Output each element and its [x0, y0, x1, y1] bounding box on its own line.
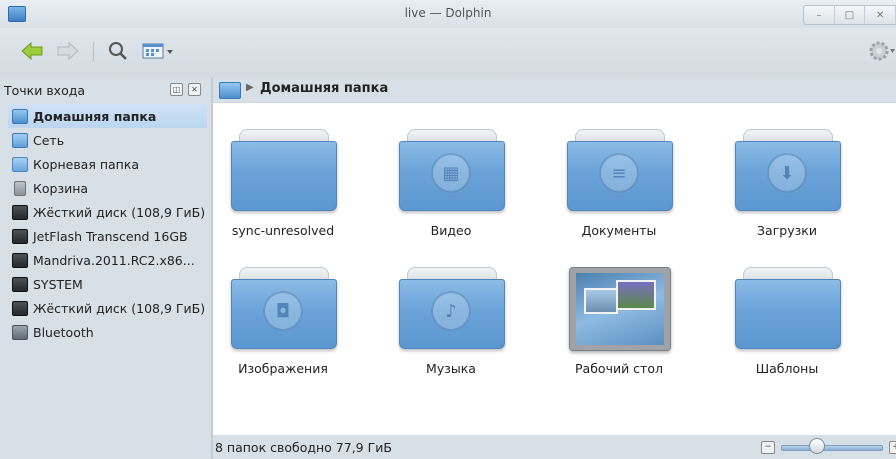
back-button[interactable] — [18, 38, 46, 64]
search-icon — [109, 42, 127, 60]
place-label: SYSTEM — [33, 276, 83, 292]
place-label: JetFlash Transcend 16GB — [33, 228, 188, 244]
search-button[interactable] — [104, 38, 132, 64]
places-list: Домашняя папка Сеть Корневая папка Корзи… — [8, 104, 207, 344]
home-folder-icon[interactable] — [219, 82, 241, 99]
file-item-templates[interactable]: Шаблоны — [717, 267, 857, 376]
main-toolbar — [0, 28, 896, 78]
zoom-in-icon[interactable]: + — [889, 441, 896, 454]
file-item-documents[interactable]: ≡ Документы — [549, 129, 689, 238]
status-bar: 8 папок свободно 77,9 ГиБ − + — [213, 435, 896, 459]
breadcrumb-arrow-icon[interactable]: ▶ — [246, 82, 254, 93]
places-panel-header: Точки входа ◫ ✕ — [0, 78, 211, 102]
place-item-jetflash[interactable]: JetFlash Transcend 16GB — [8, 224, 207, 248]
file-name: Музыка — [426, 361, 476, 376]
place-item-system[interactable]: SYSTEM — [8, 272, 207, 296]
place-item-network[interactable]: Сеть — [8, 128, 207, 152]
place-label: Жёсткий диск (108,9 ГиБ) — [33, 204, 206, 220]
view-mode-icon — [142, 43, 173, 59]
settings-button[interactable] — [866, 38, 896, 64]
usb-drive-icon — [12, 228, 28, 244]
file-name: sync-unresolved — [231, 223, 335, 238]
file-item-video[interactable]: ▦ Видео — [381, 129, 521, 238]
place-label: Домашняя папка — [33, 108, 157, 124]
file-name: Изображения — [238, 361, 328, 376]
maximize-button[interactable]: □ — [835, 6, 866, 24]
view-mode-button[interactable] — [140, 38, 176, 64]
minimize-button[interactable]: – — [804, 6, 835, 24]
folder-icon — [735, 267, 841, 349]
window-controls: – □ ✕ — [803, 5, 896, 25]
file-name: Загрузки — [757, 223, 817, 238]
window-title: live — Dolphin — [404, 6, 492, 20]
file-item-pictures[interactable]: ◘ Изображения — [213, 267, 353, 376]
file-view[interactable]: sync-unresolved ▦ Видео ≡ Документы ⬇ За… — [213, 103, 896, 435]
breadcrumb: ▶ Домашняя папка — [213, 78, 896, 102]
hard-disk-icon — [12, 252, 28, 268]
usb-drive-icon — [12, 276, 28, 292]
gear-icon — [869, 41, 895, 61]
folder-pictures-icon: ◘ — [231, 267, 337, 349]
file-item-downloads[interactable]: ⬇ Загрузки — [717, 129, 857, 238]
title-bar: live — Dolphin – □ ✕ — [0, 0, 896, 28]
status-text: 8 папок свободно 77,9 ГиБ — [215, 440, 392, 455]
place-label: Mandriva.2011.RC2.x86... — [33, 252, 195, 268]
zoom-slider-handle[interactable] — [809, 438, 825, 454]
place-item-hard-disk[interactable]: Жёсткий диск (108,9 ГиБ) — [8, 200, 207, 224]
desktop-folder-icon — [567, 267, 671, 351]
breadcrumb-current[interactable]: Домашняя папка — [260, 81, 388, 96]
toolbar-separator — [93, 42, 94, 62]
forward-button[interactable] — [54, 38, 82, 64]
folder-documents-icon: ≡ — [567, 129, 673, 211]
file-name: Рабочий стол — [575, 361, 663, 376]
places-panel: Точки входа ◫ ✕ Домашняя папка Сеть Корн… — [0, 78, 211, 459]
network-icon — [12, 132, 28, 148]
root-folder-icon — [12, 156, 28, 172]
folder-music-icon: ♪ — [399, 267, 505, 349]
zoom-out-icon[interactable]: − — [761, 441, 775, 454]
file-name: Документы — [581, 223, 657, 238]
file-item-music[interactable]: ♪ Музыка — [381, 267, 521, 376]
close-button[interactable]: ✕ — [865, 6, 896, 24]
hard-disk-icon — [12, 204, 28, 220]
file-name: Шаблоны — [755, 361, 819, 376]
place-label: Bluetooth — [33, 324, 94, 340]
zoom-slider[interactable] — [781, 445, 883, 451]
hard-disk-icon — [12, 300, 28, 316]
place-item-trash[interactable]: Корзина — [8, 176, 207, 200]
place-label: Корневая папка — [33, 156, 140, 172]
panel-close-icon[interactable]: ✕ — [188, 83, 201, 96]
arrow-left-icon — [21, 41, 43, 61]
folder-icon — [231, 129, 337, 211]
places-panel-title: Точки входа — [4, 83, 86, 98]
folder-video-icon: ▦ — [399, 129, 505, 211]
file-item-desktop[interactable]: Рабочий стол — [549, 267, 689, 376]
place-item-home[interactable]: Домашняя папка — [8, 104, 207, 128]
file-name: Видео — [430, 223, 472, 238]
place-item-hard-disk-2[interactable]: Жёсткий диск (108,9 ГиБ) — [8, 296, 207, 320]
place-item-mandriva[interactable]: Mandriva.2011.RC2.x86... — [8, 248, 207, 272]
place-label: Корзина — [33, 180, 89, 196]
panel-float-icon[interactable]: ◫ — [170, 83, 183, 96]
place-label: Жёсткий диск (108,9 ГиБ) — [33, 300, 206, 316]
bluetooth-icon — [12, 324, 28, 340]
arrow-right-icon — [57, 41, 79, 61]
place-item-root[interactable]: Корневая папка — [8, 152, 207, 176]
home-folder-icon — [12, 108, 28, 124]
folder-downloads-icon: ⬇ — [735, 129, 841, 211]
file-item-sync-unresolved[interactable]: sync-unresolved — [213, 129, 353, 238]
place-item-bluetooth[interactable]: Bluetooth — [8, 320, 207, 344]
place-label: Сеть — [33, 132, 65, 148]
trash-icon — [14, 180, 26, 196]
